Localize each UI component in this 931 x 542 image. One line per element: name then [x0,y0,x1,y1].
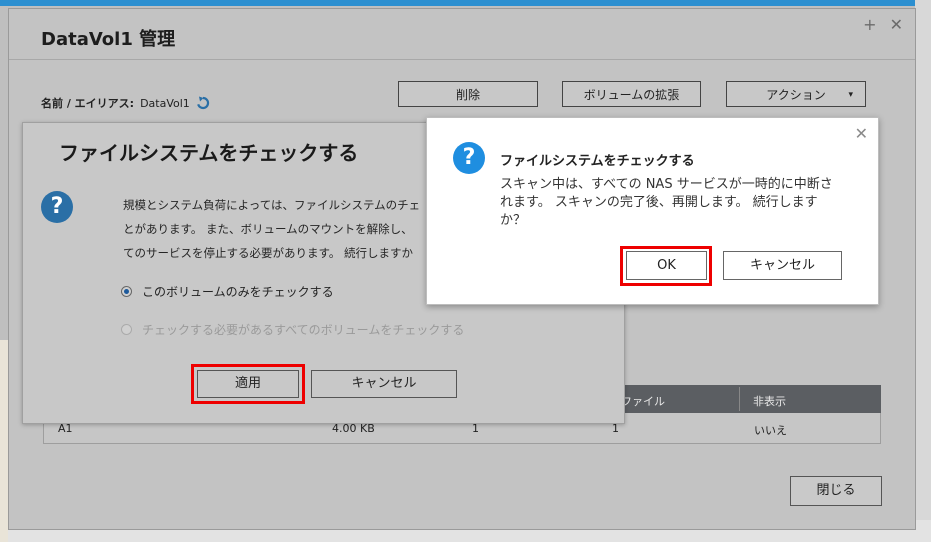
action-dropdown-button[interactable]: アクション ▾ [726,81,866,107]
alias-label: 名前 / エイリアス: [41,97,135,110]
header-file: ファイル [621,395,665,408]
dialog1-message-line: とがあります。 また、ボリュームのマウントを解除し、 [123,222,413,236]
question-icon: ? [453,142,485,174]
action-label: アクション [766,88,826,102]
confirm-message: スキャン中は、すべての NAS サービスが一時的に中断されます。 スキャンの完了… [500,177,833,228]
refresh-icon[interactable] [196,96,210,110]
background-edge [915,0,931,542]
radio-all-volumes[interactable]: チェックする必要があるすべてのボリュームをチェックする [121,321,464,338]
alias-value: DataVol1 [140,96,190,110]
background-bar [0,0,931,6]
extend-volume-button[interactable]: ボリュームの拡張 [562,81,701,107]
radio-all-volumes-label: チェックする必要があるすべてのボリュームをチェックする [142,323,465,337]
window-title: DataVol1 管理 [41,29,176,50]
delete-button[interactable]: 削除 [398,81,538,107]
question-icon: ? [41,191,73,223]
close-window-button[interactable]: 閉じる [790,476,882,506]
header-divider [739,387,740,411]
apply-highlight-box [191,364,305,404]
dialog1-cancel-button[interactable]: キャンセル [311,370,457,398]
title-divider [9,59,915,60]
chevron-down-icon: ▾ [848,90,853,100]
window-controls[interactable]: + ✕ [863,15,907,34]
dialog1-message: 規模とシステム負荷によっては、ファイルシステムのチェ とがあります。 また、ボリ… [123,193,423,265]
header-hidden: 非表示 [753,395,786,408]
radio-this-volume-label: このボリュームのみをチェックする [142,285,334,299]
radio-unselected-icon[interactable] [121,324,132,335]
ok-highlight-box [620,246,712,286]
background-left [0,340,8,542]
dialog1-message-line: てのサービスを停止する必要があります。 続行しますか [123,246,414,260]
cell-hidden: いいえ [754,424,787,437]
dialog1-message-line: 規模とシステム負荷によっては、ファイルシステムのチェ [123,198,421,212]
radio-selected-icon[interactable] [121,286,132,297]
dialog1-title: ファイルシステムをチェックする [59,141,359,165]
alias-row: 名前 / エイリアス: DataVol1 [41,95,210,111]
radio-this-volume[interactable]: このボリュームのみをチェックする [121,283,334,300]
confirm-title: ファイルシステムをチェックする [500,154,695,169]
confirm-cancel-button[interactable]: キャンセル [723,251,842,280]
close-icon[interactable]: ✕ [855,124,868,143]
confirm-dialog: ? ファイルシステムをチェックする スキャン中は、すべての NAS サービスが一… [426,117,879,305]
